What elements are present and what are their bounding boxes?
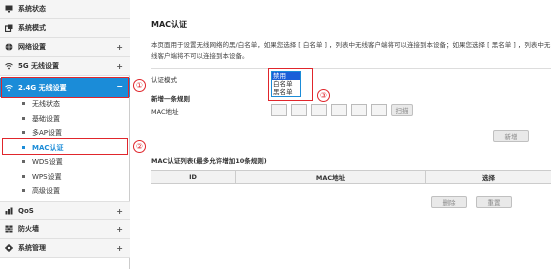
annotation-box-2 <box>2 138 128 155</box>
sidebar-item-5g-wireless[interactable]: 5G 无线设置 + <box>0 57 130 76</box>
list-title: MAC认证列表(最多允许增加10条规则) <box>151 157 267 165</box>
sidebar-sub-advanced[interactable]: 高级设置 <box>0 183 130 198</box>
page-title: MAC认证 <box>151 20 188 29</box>
sidebar-item-label: 防火墙 <box>18 225 39 233</box>
sidebar-item-label: QoS <box>18 206 34 215</box>
sidebar-item-system-mode[interactable]: 系统模式 <box>0 19 130 38</box>
column-header-mac: MAC地址 <box>236 171 426 183</box>
expand-icon: + <box>116 225 123 234</box>
mac-octet-2-input[interactable] <box>291 104 307 116</box>
sidebar-item-system-status[interactable]: 系统状态 <box>0 0 130 19</box>
sidebar-item-network[interactable]: 网络设置 + <box>0 38 130 57</box>
bullet-icon <box>22 160 25 163</box>
qos-icon <box>5 207 13 214</box>
sidebar-item-label: 系统状态 <box>18 5 46 13</box>
bullet-icon <box>22 175 25 178</box>
firewall-icon <box>5 225 13 233</box>
delete-button[interactable]: 删除 <box>431 196 467 208</box>
bullet-icon <box>22 102 25 105</box>
sidebar-item-system-admin[interactable]: 系统管理 + <box>0 239 130 258</box>
sidebar-item-firewall[interactable]: 防火墙 + <box>0 220 130 239</box>
sidebar-item-qos[interactable]: QoS + <box>0 201 130 220</box>
mac-auth-table-header: ID MAC地址 选择 <box>151 170 551 184</box>
annotation-number-3: ③ <box>317 89 330 102</box>
mac-octet-6-input[interactable] <box>371 104 387 116</box>
sidebar-sub-wps[interactable]: WPS设置 <box>0 169 130 184</box>
monitor-icon <box>5 5 13 13</box>
sidebar-sub-label: 高级设置 <box>32 186 60 195</box>
sidebar: 系统状态 系统模式 网络设置 + 5G 无线设置 + 2.4G 无线设置 − 无… <box>0 0 130 269</box>
bullet-icon <box>22 189 25 192</box>
sidebar-item-label: 系统模式 <box>18 24 46 32</box>
sidebar-item-label: 5G 无线设置 <box>18 62 60 70</box>
sidebar-sub-label: 无线状态 <box>32 99 60 108</box>
annotation-box-3 <box>268 68 313 101</box>
sidebar-sub-label: WPS设置 <box>32 172 62 181</box>
expand-icon: + <box>116 62 123 71</box>
mode-icon <box>5 24 13 32</box>
mac-octet-4-input[interactable] <box>331 104 347 116</box>
globe-icon <box>5 43 13 51</box>
sidebar-sub-label: WDS设置 <box>32 157 63 166</box>
divider <box>151 68 551 69</box>
wifi-icon <box>5 63 13 70</box>
reset-button[interactable]: 重置 <box>476 196 512 208</box>
auth-mode-label: 认证模式 <box>151 76 177 84</box>
column-header-id: ID <box>151 171 236 183</box>
sidebar-sub-wireless-status[interactable]: 无线状态 <box>0 96 130 111</box>
mac-octet-5-input[interactable] <box>351 104 367 116</box>
sidebar-sub-label: 基础设置 <box>32 114 60 123</box>
page-description: 本页面用于设置无线网络的黑/白名单，如果您选择 [ 白名单 ] ，列表中无线客户… <box>151 41 551 60</box>
gear-icon <box>5 244 13 252</box>
add-button[interactable]: 新增 <box>493 130 529 142</box>
sidebar-sub-basic[interactable]: 基础设置 <box>0 111 130 126</box>
mac-octet-1-input[interactable] <box>271 104 287 116</box>
expand-icon: + <box>116 207 123 216</box>
scan-button[interactable]: 扫描 <box>391 104 413 116</box>
sidebar-sub-wds[interactable]: WDS设置 <box>0 154 130 169</box>
sidebar-item-label: 系统管理 <box>18 244 46 252</box>
new-rule-label: 新增一条规则 <box>151 95 190 103</box>
expand-icon: + <box>116 43 123 52</box>
sidebar-item-label: 网络设置 <box>18 43 46 51</box>
mac-octet-3-input[interactable] <box>311 104 327 116</box>
expand-icon: + <box>116 244 123 253</box>
bullet-icon <box>22 117 25 120</box>
mac-address-label: MAC地址 <box>151 108 179 116</box>
sidebar-sub-label: 多AP设置 <box>32 128 63 137</box>
annotation-box-1 <box>1 77 129 98</box>
main-content: MAC认证 本页面用于设置无线网络的黑/白名单，如果您选择 [ 白名单 ] ，列… <box>131 0 556 269</box>
bullet-icon <box>22 131 25 134</box>
column-header-select: 选择 <box>482 174 495 182</box>
